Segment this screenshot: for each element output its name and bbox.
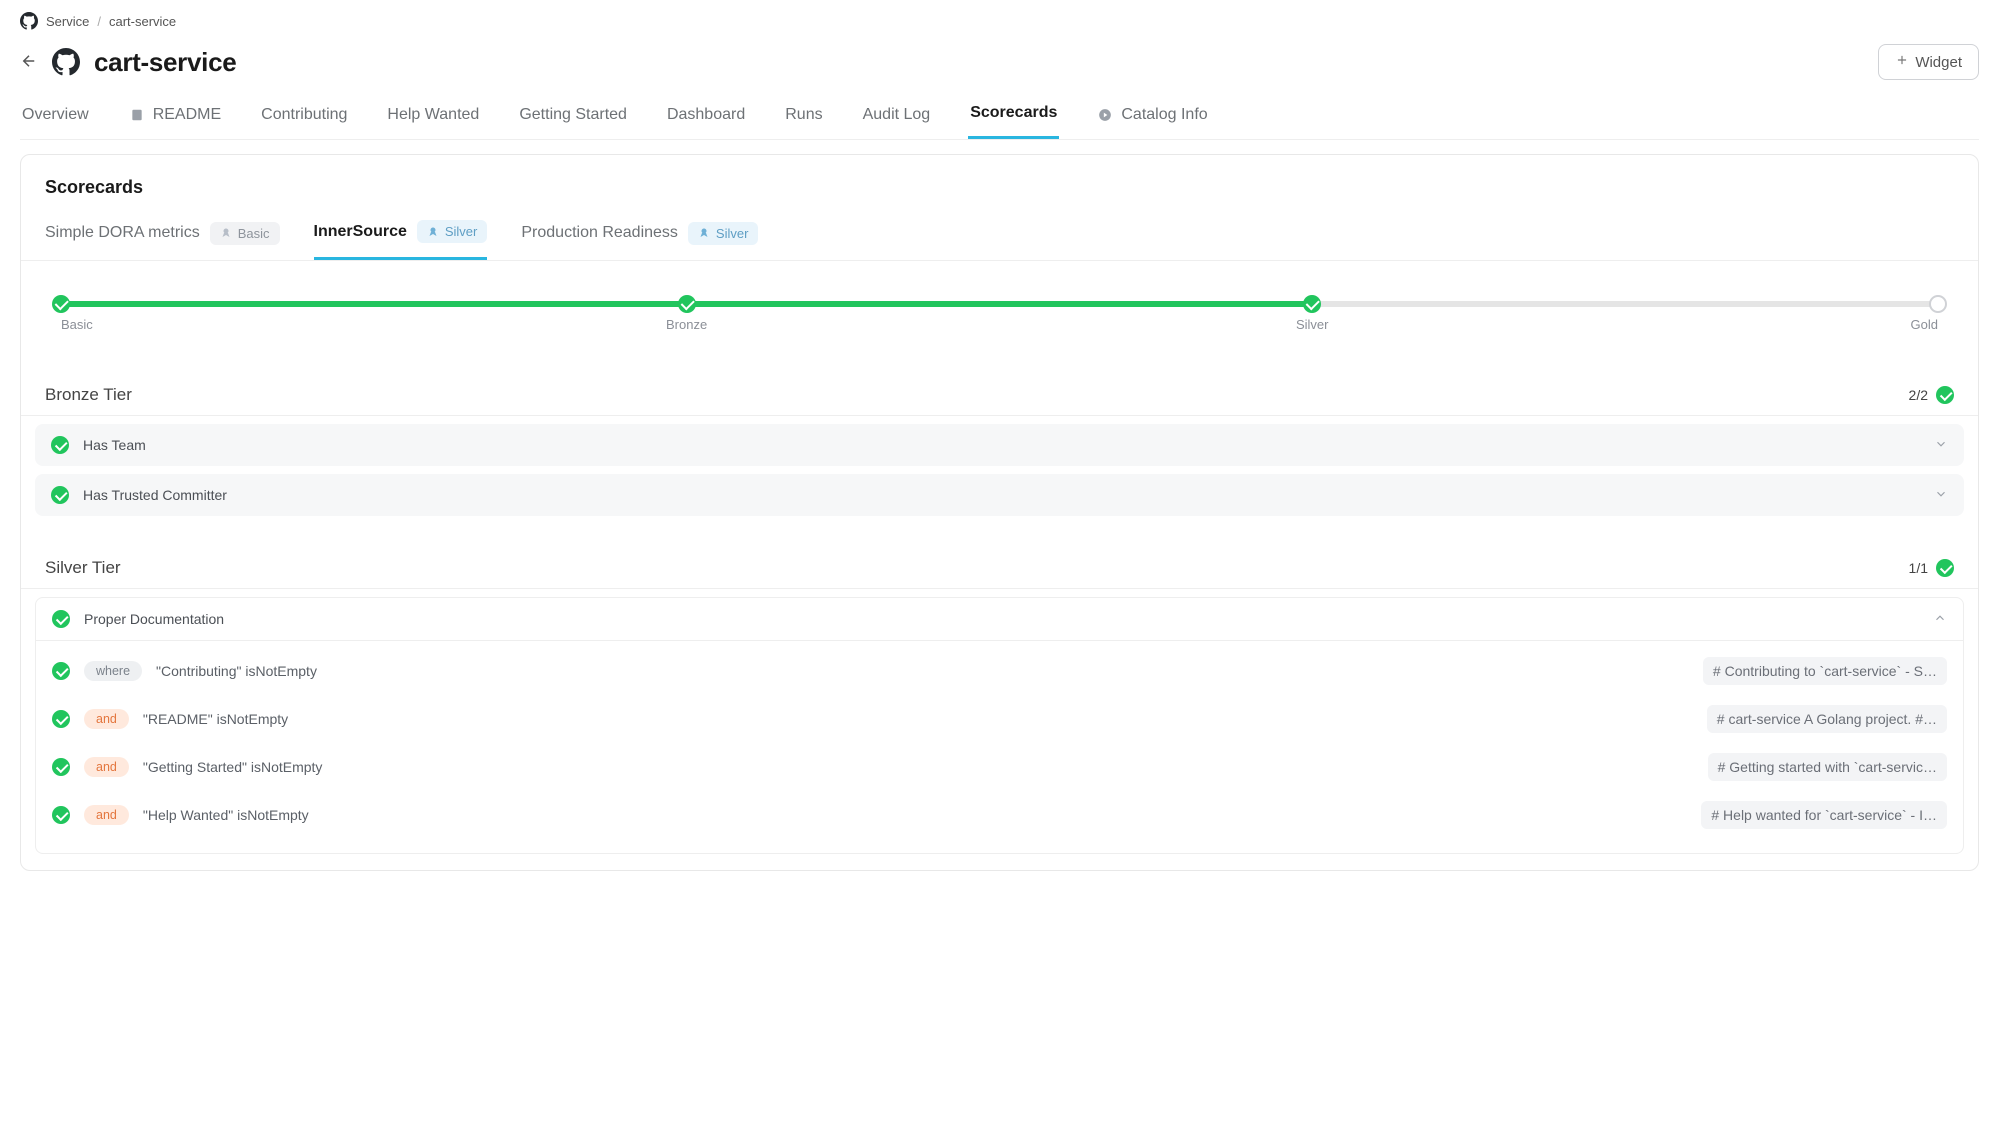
back-arrow-icon[interactable] (20, 52, 38, 73)
tab-scorecards[interactable]: Scorecards (968, 104, 1059, 139)
condition-text: "README" isNotEmpty (143, 711, 288, 727)
tab-getting-started[interactable]: Getting Started (517, 104, 629, 139)
badge-silver: Silver (417, 220, 488, 243)
subtab-simple-dora[interactable]: Simple DORA metrics Basic (45, 220, 280, 260)
condition-row: and "README" isNotEmpty # cart-service A… (36, 695, 1963, 743)
chevron-down-icon (1934, 487, 1948, 504)
check-circle-icon (52, 662, 70, 680)
condition-preview: # Contributing to `cart-service` - S… (1703, 657, 1947, 685)
progress-label-silver: Silver (1296, 317, 1329, 332)
chevron-up-icon (1933, 611, 1947, 628)
breadcrumb-separator: / (97, 14, 101, 29)
breadcrumb: Service / cart-service (20, 8, 1979, 44)
rule-has-trusted-committer[interactable]: Has Trusted Committer (35, 474, 1964, 516)
progress-marker-bronze (678, 295, 696, 313)
tab-overview[interactable]: Overview (20, 104, 91, 139)
medal-icon (220, 227, 232, 239)
rule-conditions: where "Contributing" isNotEmpty # Contri… (35, 641, 1964, 854)
condition-preview: # Help wanted for `cart-service` - I… (1701, 801, 1947, 829)
github-icon (20, 12, 38, 30)
breadcrumb-level1[interactable]: Service (46, 14, 89, 29)
tab-audit-log[interactable]: Audit Log (861, 104, 933, 139)
check-circle-icon (1936, 386, 1954, 404)
readme-icon (129, 107, 145, 123)
condition-row: where "Contributing" isNotEmpty # Contri… (36, 647, 1963, 695)
check-circle-icon (52, 758, 70, 776)
tier-title-bronze: Bronze Tier (45, 385, 132, 405)
operator-pill-and: and (84, 757, 129, 777)
progress-label-bronze: Bronze (666, 317, 707, 332)
scorecard-subtabs: Simple DORA metrics Basic InnerSource Si… (21, 214, 1978, 261)
subtab-innersource[interactable]: InnerSource Silver (314, 220, 488, 260)
tab-runs[interactable]: Runs (783, 104, 824, 139)
plus-icon (1895, 53, 1909, 71)
check-circle-icon (51, 436, 69, 454)
operator-pill-and: and (84, 805, 129, 825)
check-circle-icon (52, 610, 70, 628)
tier-silver: Silver Tier 1/1 Proper Documentation (21, 558, 1978, 854)
condition-preview: # Getting started with `cart-servic… (1708, 753, 1947, 781)
subtab-production-readiness[interactable]: Production Readiness Silver (521, 220, 758, 260)
condition-row: and "Getting Started" isNotEmpty # Getti… (36, 743, 1963, 791)
tab-contributing[interactable]: Contributing (259, 104, 349, 139)
page-title: cart-service (94, 47, 236, 78)
check-circle-icon (1936, 559, 1954, 577)
badge-basic: Basic (210, 222, 280, 245)
condition-text: "Help Wanted" isNotEmpty (143, 807, 309, 823)
add-widget-button[interactable]: Widget (1878, 44, 1979, 80)
progress-marker-silver (1303, 295, 1321, 313)
scorecards-card: Scorecards Simple DORA metrics Basic Inn… (20, 154, 1979, 871)
rule-proper-documentation[interactable]: Proper Documentation (35, 597, 1964, 641)
medal-icon (427, 226, 439, 238)
rule-has-team[interactable]: Has Team (35, 424, 1964, 466)
tier-count-bronze: 2/2 (1909, 386, 1954, 404)
condition-text: "Getting Started" isNotEmpty (143, 759, 323, 775)
tab-readme[interactable]: README (127, 104, 223, 139)
tier-bronze: Bronze Tier 2/2 Has Team Has Truste (21, 385, 1978, 516)
main-tabs: Overview README Contributing Help Wanted… (20, 90, 1979, 140)
badge-silver: Silver (688, 222, 759, 245)
play-circle-icon (1097, 107, 1113, 123)
condition-text: "Contributing" isNotEmpty (156, 663, 317, 679)
tab-dashboard[interactable]: Dashboard (665, 104, 747, 139)
progress-marker-basic (52, 295, 70, 313)
tier-count-silver: 1/1 (1909, 559, 1954, 577)
check-circle-icon (51, 486, 69, 504)
condition-preview: # cart-service A Golang project. #… (1707, 705, 1947, 733)
scorecards-heading: Scorecards (21, 177, 1978, 210)
tab-catalog-info[interactable]: Catalog Info (1095, 104, 1209, 139)
tier-title-silver: Silver Tier (45, 558, 121, 578)
breadcrumb-level2[interactable]: cart-service (109, 14, 176, 29)
check-circle-icon (52, 710, 70, 728)
operator-pill-and: and (84, 709, 129, 729)
chevron-down-icon (1934, 437, 1948, 454)
condition-row: and "Help Wanted" isNotEmpty # Help want… (36, 791, 1963, 839)
medal-icon (698, 227, 710, 239)
check-circle-icon (52, 806, 70, 824)
progress-label-basic: Basic (61, 317, 93, 332)
tab-help-wanted[interactable]: Help Wanted (385, 104, 481, 139)
progress-marker-gold (1929, 295, 1947, 313)
progress-label-gold: Gold (1911, 317, 1938, 332)
operator-pill-where: where (84, 661, 142, 681)
tier-progress: Basic Bronze Silver Gold (21, 261, 1978, 343)
github-icon (52, 48, 80, 76)
